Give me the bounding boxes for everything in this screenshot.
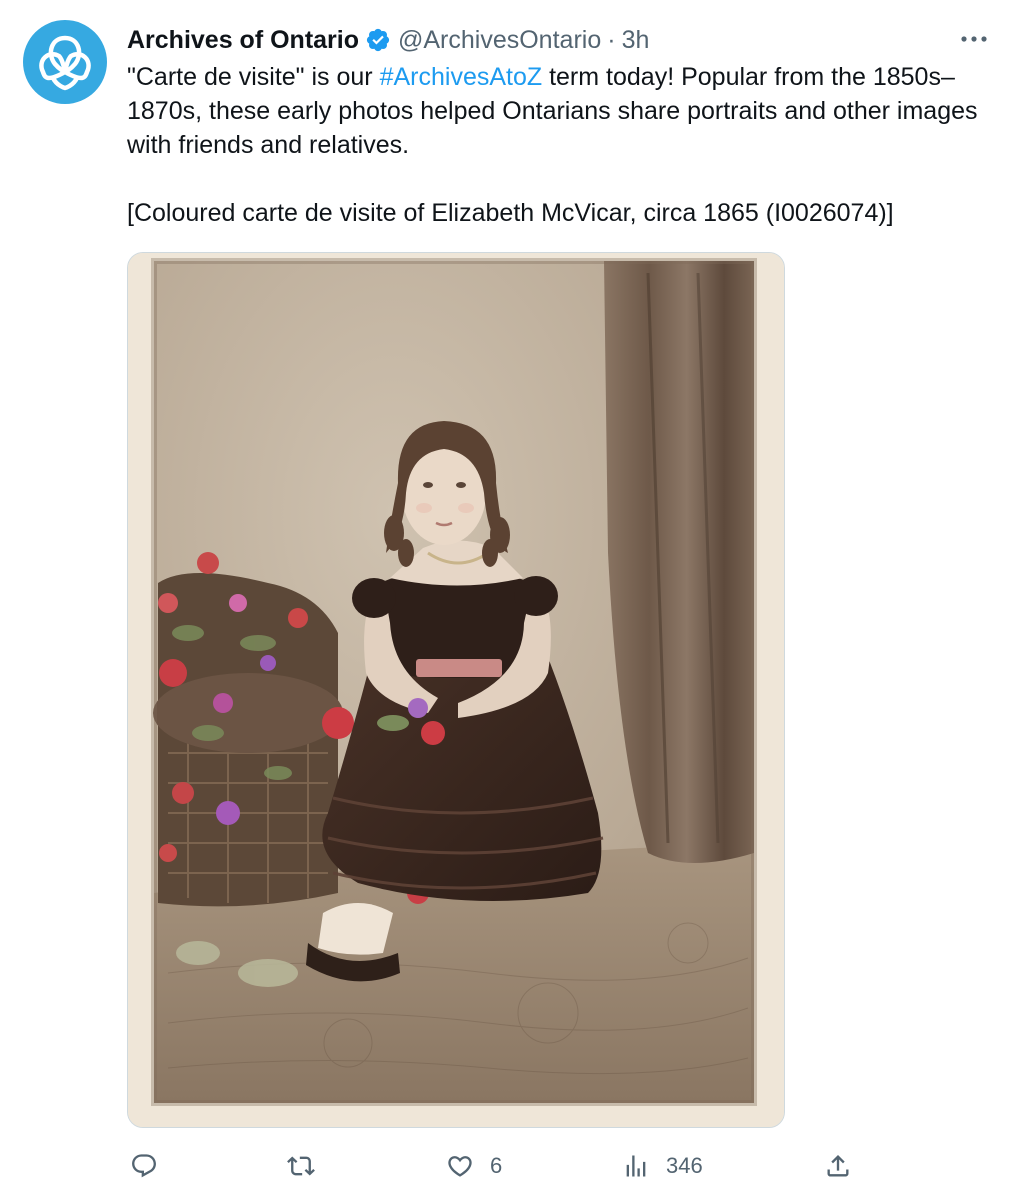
reply-button[interactable] xyxy=(130,1144,174,1188)
like-button[interactable]: 6 xyxy=(446,1144,502,1188)
tweet-header: Archives of Ontario @ArchivesOntario · 3… xyxy=(127,22,649,58)
carte-de-visite-photo xyxy=(128,253,784,1127)
retweet-icon xyxy=(287,1156,315,1176)
reply-icon xyxy=(132,1154,156,1178)
verified-badge-icon[interactable] xyxy=(365,27,391,53)
like-count: 6 xyxy=(490,1153,503,1178)
retweet-button[interactable] xyxy=(287,1144,331,1188)
image-caption: [Coloured carte de visite of Elizabeth M… xyxy=(127,199,894,227)
heart-icon xyxy=(448,1156,472,1177)
ontario-trillium-logo-icon xyxy=(39,35,91,91)
tweet-action-bar: 6 346 xyxy=(0,1144,1015,1188)
more-options-button[interactable] xyxy=(956,24,992,54)
views-button[interactable]: 346 xyxy=(622,1144,703,1188)
share-icon xyxy=(827,1155,849,1177)
hashtag-link[interactable]: #ArchivesAtoZ xyxy=(380,63,543,91)
tweet-text: "Carte de visite" is our #ArchivesAtoZ t… xyxy=(127,60,987,230)
tweet-photo[interactable] xyxy=(127,252,785,1128)
views-chart-icon xyxy=(626,1155,646,1177)
more-options-icon xyxy=(961,36,987,42)
avatar[interactable] xyxy=(23,20,107,104)
timestamp[interactable]: 3h xyxy=(622,22,650,58)
views-count: 346 xyxy=(666,1153,703,1178)
share-button[interactable] xyxy=(824,1144,868,1188)
tweet-text-part1: "Carte de visite" is our xyxy=(127,63,380,91)
author-handle[interactable]: @ArchivesOntario xyxy=(398,22,601,58)
tweet-body: "Carte de visite" is our #ArchivesAtoZ t… xyxy=(127,60,987,162)
separator-dot: · xyxy=(607,26,616,54)
author-display-name[interactable]: Archives of Ontario xyxy=(127,22,359,58)
